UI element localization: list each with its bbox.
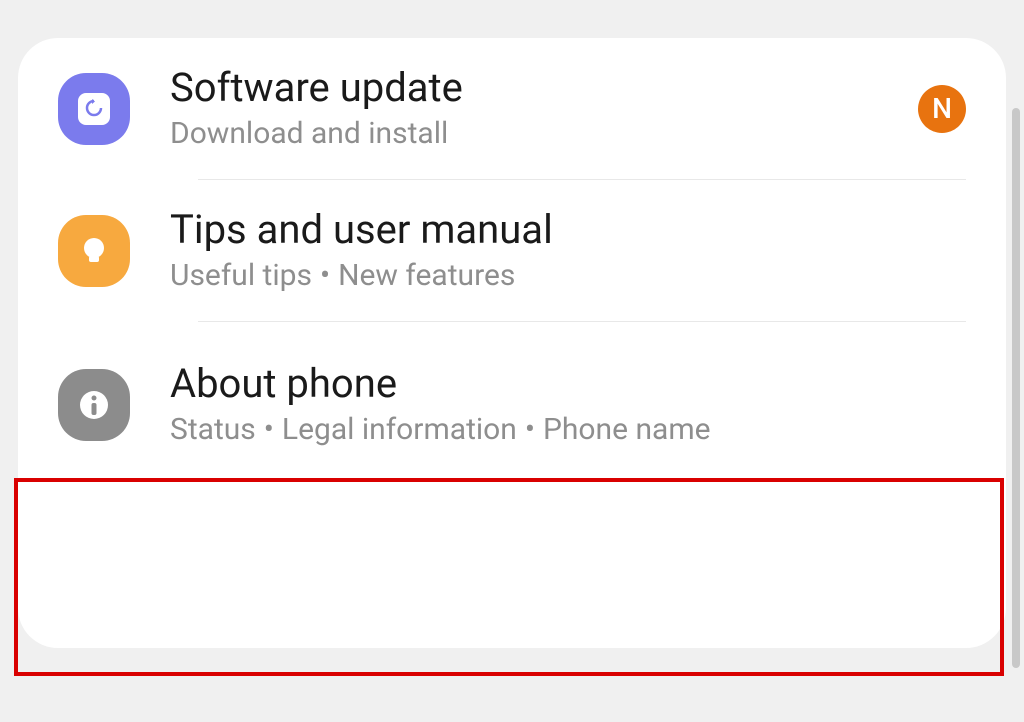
bullet-separator: • — [256, 412, 282, 447]
bulb-icon — [58, 215, 130, 287]
row-text: About phone Status•Legal information•Pho… — [170, 362, 966, 447]
row-tips-manual[interactable]: Tips and user manual Useful tips•New fea… — [18, 180, 1006, 321]
notification-badge: N — [918, 85, 966, 133]
scrollbar[interactable] — [1012, 108, 1020, 668]
row-subtitle: Useful tips•New features — [170, 258, 966, 293]
row-title: Tips and user manual — [170, 208, 966, 252]
bullet-separator: • — [312, 258, 338, 293]
subtitle-part: Useful tips — [170, 258, 312, 293]
row-title: Software update — [170, 66, 918, 110]
subtitle-part: Legal information — [282, 412, 517, 447]
subtitle-part: Status — [170, 412, 256, 447]
row-software-update[interactable]: Software update Download and install N — [18, 38, 1006, 179]
subtitle-part: Phone name — [543, 412, 711, 447]
row-about-phone[interactable]: About phone Status•Legal information•Pho… — [18, 322, 1006, 475]
row-subtitle: Download and install — [170, 116, 918, 151]
row-text: Software update Download and install — [170, 66, 918, 151]
info-icon — [58, 369, 130, 441]
subtitle-part: New features — [338, 258, 515, 293]
row-subtitle: Status•Legal information•Phone name — [170, 412, 966, 447]
bullet-separator: • — [517, 412, 543, 447]
row-title: About phone — [170, 362, 966, 406]
row-text: Tips and user manual Useful tips•New fea… — [170, 208, 966, 293]
settings-card: Software update Download and install N T… — [18, 38, 1006, 648]
update-icon — [58, 73, 130, 145]
